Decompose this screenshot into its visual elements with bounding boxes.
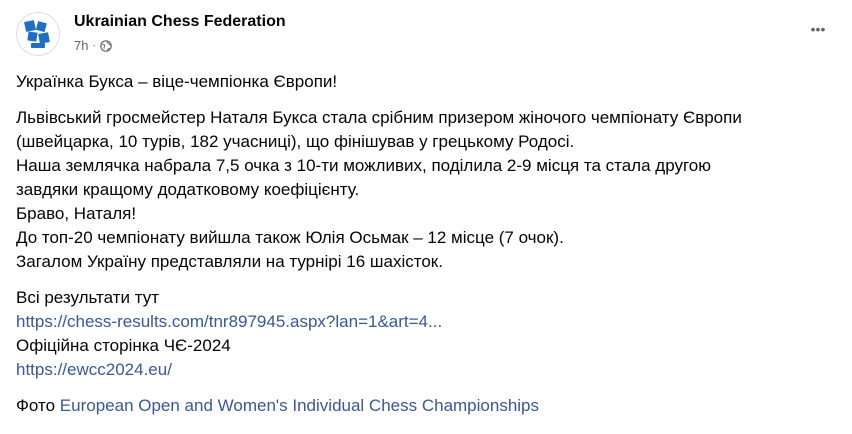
photo-source-link[interactable]: European Open and Women's Individual Che… — [60, 396, 539, 415]
official-page-label: Офіційна сторінка ЧЄ-2024 — [16, 336, 231, 355]
post-body: Українка Букса – віце-чемпіонка Європи! … — [16, 70, 842, 428]
separator-dot: · — [92, 40, 96, 51]
post-line: До топ-20 чемпіонату вийшла також Юлія О… — [16, 228, 564, 247]
post-time-link[interactable]: 7h — [74, 38, 88, 53]
federation-logo-icon — [24, 20, 50, 48]
facebook-post: Ukrainian Chess Federation 7h · ••• Укра… — [0, 0, 852, 434]
post-line: Львівський гросмейстер Наталя Букса стал… — [16, 108, 742, 127]
results-label: Всі результати тут — [16, 288, 159, 307]
post-header: Ukrainian Chess Federation 7h · ••• — [16, 11, 836, 59]
post-line: Загалом Україну представляли на турнірі … — [16, 252, 443, 271]
post-paragraph: Львівський гросмейстер Наталя Букса стал… — [16, 106, 842, 274]
post-line: Наша землячка набрала 7,5 очка з 10-ти м… — [16, 156, 711, 175]
links-paragraph: Всі результати тут https://chess-results… — [16, 286, 842, 382]
post-line: (швейцарка, 10 турів, 182 учасниці), що … — [16, 132, 575, 151]
photo-prefix: Фото — [16, 396, 56, 415]
globe-icon[interactable] — [100, 39, 112, 52]
more-options-button[interactable]: ••• — [800, 17, 836, 41]
more-horizontal-icon: ••• — [810, 21, 826, 37]
page-avatar[interactable] — [16, 12, 60, 56]
post-line: Браво, Наталя! — [16, 204, 137, 223]
post-meta: 7h · — [74, 38, 112, 53]
post-line: завдяки кращому додатковому коефіцієнту. — [16, 180, 360, 199]
post-title: Українка Букса – віце-чемпіонка Європи! — [16, 72, 338, 91]
results-link[interactable]: https://chess-results.com/tnr897945.aspx… — [16, 310, 842, 334]
photo-credit: Фото European Open and Women's Individua… — [16, 394, 842, 418]
page-name-link[interactable]: Ukrainian Chess Federation — [74, 13, 286, 31]
official-page-link[interactable]: https://ewcc2024.eu/ — [16, 358, 842, 382]
